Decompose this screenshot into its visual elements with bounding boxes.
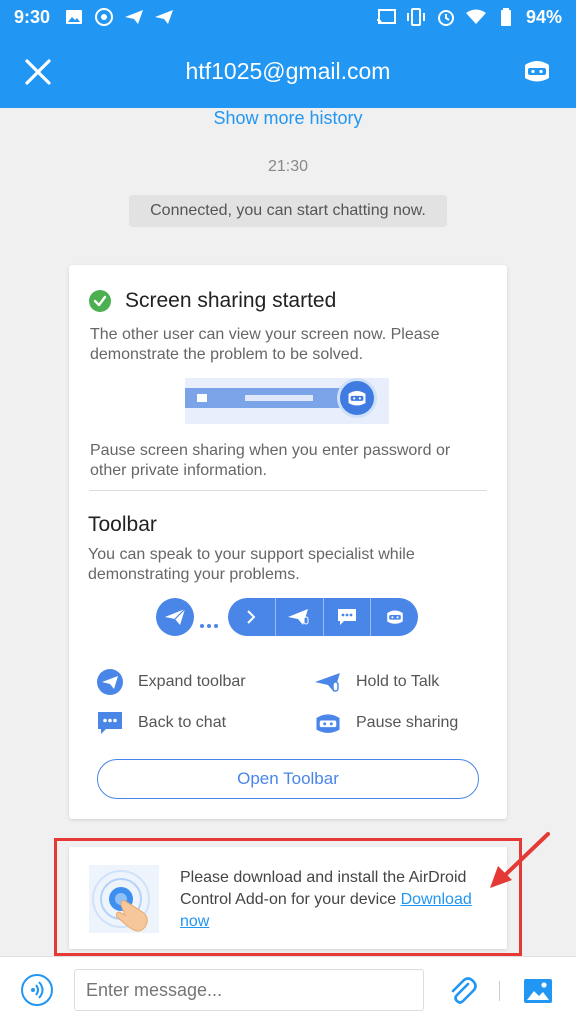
annotation-arrow-icon (484, 828, 554, 898)
send-icon (124, 8, 144, 26)
image-icon (64, 8, 84, 26)
app-bar: htf1025@gmail.com (0, 34, 576, 108)
addon-message: Please download and install the AirDroid… (180, 867, 495, 933)
legend-expand-toolbar: Expand toolbar (96, 668, 246, 696)
card-title: Screen sharing started (125, 289, 337, 312)
toolbar-pill (228, 598, 418, 636)
divider (89, 490, 487, 491)
legend-hold-to-talk: Hold to Talk (314, 668, 439, 696)
toolbar-illustration (156, 598, 418, 636)
battery-percent: 94% (525, 6, 562, 27)
screen-share-illustration (185, 378, 389, 424)
wifi-icon (465, 8, 486, 26)
send-plane-icon (156, 598, 194, 636)
legend-pause-sharing: Pause sharing (314, 709, 458, 737)
attachment-icon[interactable] (446, 975, 478, 1007)
privacy-mask-icon[interactable] (520, 54, 554, 88)
vibrate-icon (406, 8, 426, 26)
battery-icon (496, 8, 516, 26)
image-icon[interactable] (522, 975, 554, 1007)
close-icon[interactable] (22, 56, 54, 88)
chat-bubble-icon (96, 709, 124, 737)
cast-icon (376, 8, 396, 26)
open-toolbar-button[interactable]: Open Toolbar (97, 759, 479, 799)
toolbar-heading: Toolbar (88, 513, 157, 536)
toolbar-description: You can speak to your support specialist… (88, 546, 415, 583)
illustration-dot (197, 394, 207, 402)
hold-to-talk-icon (314, 668, 342, 696)
separator (499, 981, 500, 1001)
message-input-bar (0, 956, 576, 1024)
send-icon (154, 8, 174, 26)
system-icons: 94% (376, 7, 562, 28)
privacy-note: Pause screen sharing when you enter pass… (90, 442, 451, 479)
legend-expand-label: Expand toolbar (138, 673, 246, 690)
screen-sharing-card: Screen sharing started The other user ca… (69, 265, 507, 819)
legend-hold-to-talk-label: Hold to Talk (356, 673, 440, 690)
message-input[interactable] (74, 969, 424, 1011)
alarm-icon (436, 8, 456, 26)
show-more-history-link[interactable]: Show more history (0, 108, 576, 129)
legend-pause-sharing-label: Pause sharing (356, 714, 459, 731)
check-circle-icon (89, 290, 111, 312)
toolbar-dots (200, 615, 222, 628)
chat-bubble-icon (322, 598, 371, 636)
legend-back-to-chat-label: Back to chat (138, 714, 227, 731)
status-time: 9:30 (14, 6, 51, 27)
tap-hand-illustration (89, 865, 159, 933)
hold-to-talk-icon (274, 598, 323, 636)
illustration-line (245, 395, 313, 401)
screen-share-description: The other user can view your screen now.… (90, 326, 440, 363)
privacy-mask-icon (337, 378, 377, 418)
addon-download-card: Please download and install the AirDroid… (69, 847, 507, 949)
chat-timestamp: 21:30 (267, 158, 309, 175)
chevron-right-icon (228, 598, 275, 636)
status-bar: 9:30 94% (0, 0, 576, 34)
voice-icon[interactable] (21, 974, 53, 1006)
notification-icons (64, 8, 174, 26)
privacy-mask-icon (370, 598, 418, 636)
privacy-mask-icon (314, 709, 342, 737)
card-header: Screen sharing started (89, 289, 336, 313)
soccer-icon (94, 8, 114, 26)
legend-back-to-chat: Back to chat (96, 709, 226, 737)
system-message: Connected, you can start chatting now. (129, 195, 447, 227)
page-title: htf1025@gmail.com (185, 57, 391, 84)
expand-toolbar-icon (96, 668, 124, 696)
